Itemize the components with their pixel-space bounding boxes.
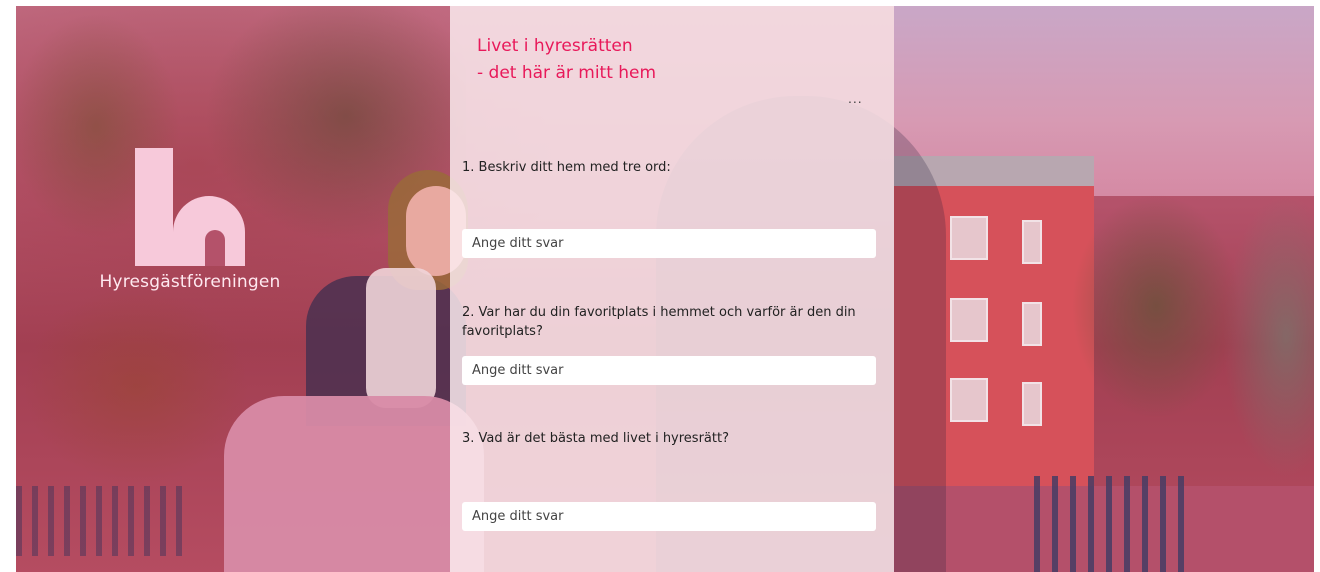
question-2-label: 2. Var har du din favoritplats i hemmet …: [462, 305, 856, 339]
baby-pram: [224, 396, 484, 572]
question-1-label: 1. Beskriv ditt hem med tre ord:: [462, 160, 671, 175]
building-window: [950, 298, 988, 342]
building-window: [1022, 302, 1042, 346]
tree-foliage-right: [1046, 166, 1314, 496]
park-bench: [16, 486, 186, 556]
more-options-icon[interactable]: ...: [848, 90, 863, 106]
building-window: [1022, 220, 1042, 264]
building-window: [950, 378, 988, 422]
form-panel: [450, 6, 894, 572]
question-2-answer-input[interactable]: [462, 356, 876, 385]
brand-logo: Hyresgästföreningen: [90, 148, 290, 292]
form-title-line1: Livet i hyresrätten: [477, 36, 633, 56]
building-window: [1022, 382, 1042, 426]
form-title: Livet i hyresrätten - det här är mitt he…: [477, 33, 656, 87]
form-title-line2: - det här är mitt hem: [477, 63, 657, 83]
question-1-answer-input[interactable]: [462, 229, 876, 258]
question-3-answer-input[interactable]: [462, 502, 876, 531]
logo-h-icon: [135, 148, 245, 266]
building-window: [950, 216, 988, 260]
scarf: [366, 268, 436, 408]
brand-name: Hyresgästföreningen: [99, 272, 281, 292]
question-3-label: 3. Vad är det bästa med livet i hyresrät…: [462, 431, 729, 446]
garden-chairs: [1034, 476, 1194, 572]
